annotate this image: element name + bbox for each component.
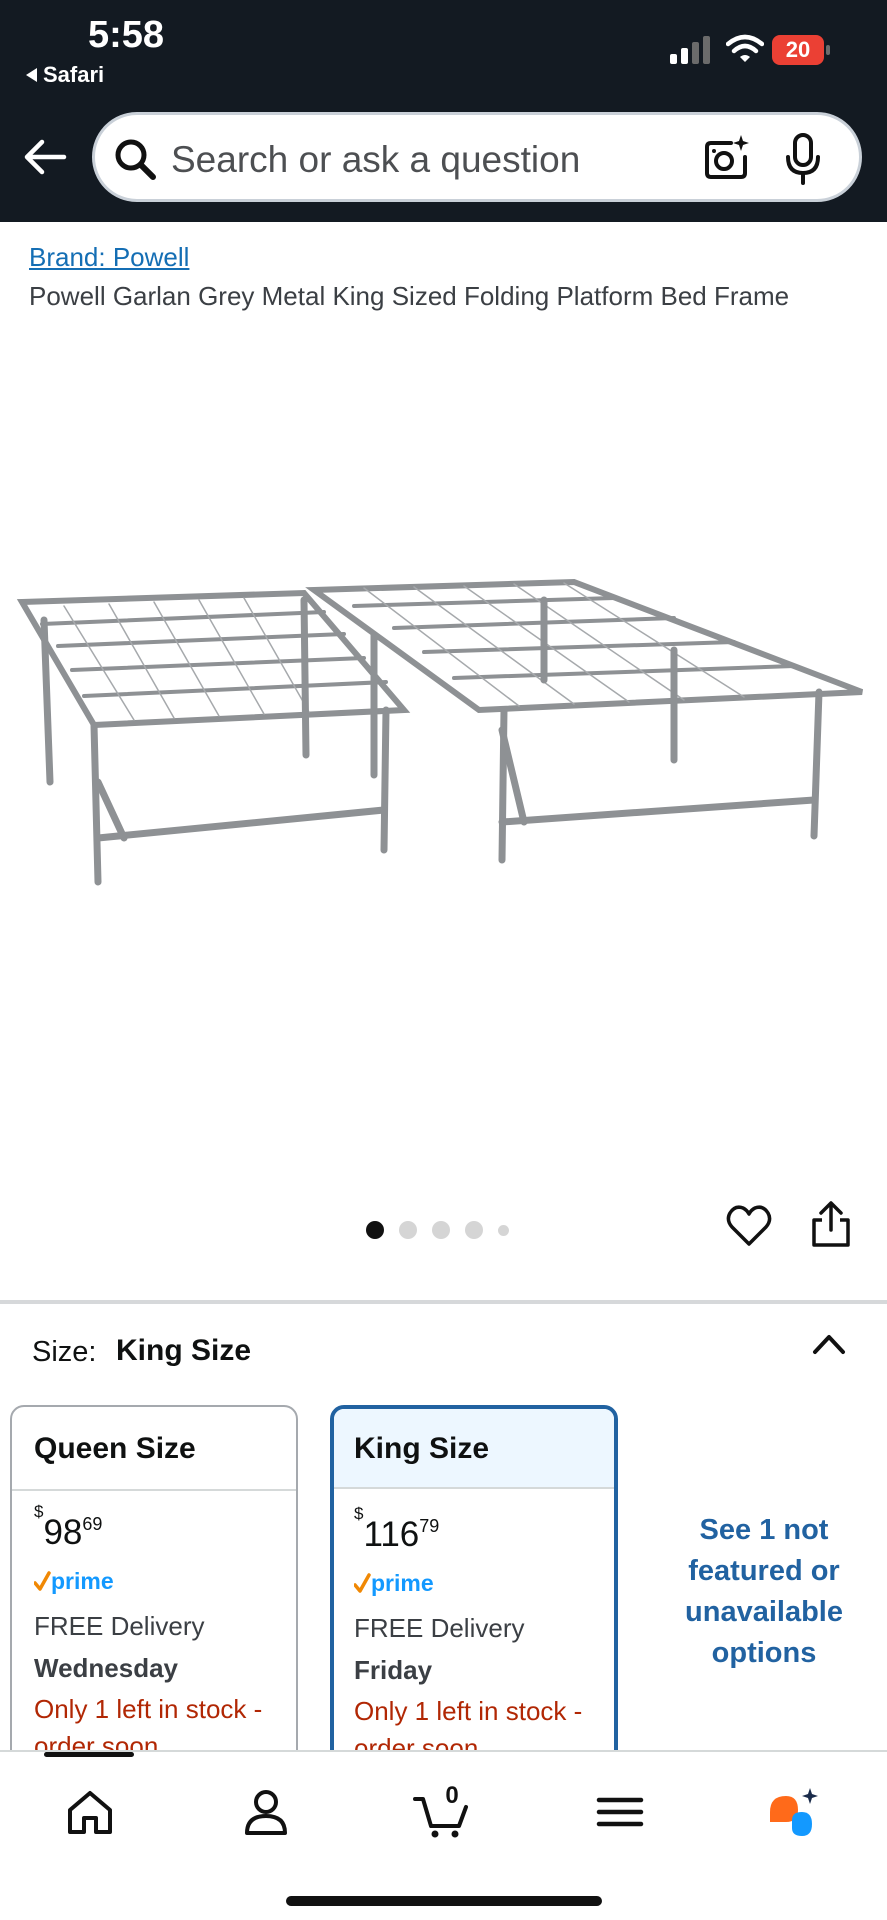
price-cents: 79 [419, 1516, 440, 1536]
currency-symbol: $ [354, 1504, 364, 1524]
product-title: Powell Garlan Grey Metal King Sized Fold… [29, 281, 790, 311]
delivery-text: FREE Delivery [354, 1613, 525, 1643]
active-tab-indicator [44, 1752, 134, 1757]
battery-cap [826, 45, 830, 55]
menu-icon [596, 1797, 644, 1827]
camera-icon[interactable] [701, 133, 751, 183]
size-option-name: King Size [334, 1409, 614, 1489]
section-divider [0, 1300, 887, 1304]
search-input[interactable]: Search or ask a question [171, 139, 580, 181]
chevron-up-icon[interactable] [812, 1330, 846, 1356]
cellular-signal-icon [670, 36, 710, 64]
price-dollars: 116 [363, 1515, 420, 1554]
nav-home[interactable] [60, 1782, 120, 1842]
back-arrow-icon[interactable] [22, 134, 68, 180]
nav-cart[interactable]: 0 [412, 1782, 472, 1842]
search-icon [115, 139, 156, 180]
size-option-queen[interactable]: Queen Size $9869 prime FREE Delivery Wed… [10, 1405, 298, 1765]
size-option-name: Queen Size [12, 1407, 296, 1491]
back-to-safari-link[interactable]: Safari [26, 62, 104, 88]
carousel-dot-1[interactable] [366, 1221, 384, 1239]
delivery-text: FREE Delivery [34, 1611, 205, 1641]
image-carousel-dots [366, 1220, 509, 1240]
nav-account[interactable] [236, 1782, 296, 1842]
nav-rufus[interactable] [764, 1782, 824, 1842]
carousel-dot-3[interactable] [432, 1221, 450, 1239]
battery-level: 20 [785, 37, 811, 62]
account-icon [245, 1790, 287, 1835]
carousel-dot-4[interactable] [465, 1221, 483, 1239]
bottom-nav-bar: 0 [0, 1750, 887, 1920]
brand-link[interactable]: Brand: Powell [29, 242, 189, 273]
carousel-dot-2[interactable] [399, 1221, 417, 1239]
rufus-assistant-icon [770, 1788, 818, 1836]
size-option-king[interactable]: King Size $11679 prime FREE Delivery Fri… [330, 1405, 618, 1765]
top-bar: 5:58 Safari 20 Search or ask a question [0, 0, 887, 222]
prime-text: prime [371, 1570, 434, 1596]
back-app-label: Safari [43, 62, 105, 87]
wishlist-heart-icon[interactable] [726, 1204, 772, 1248]
prime-logo-icon: prime [34, 1568, 114, 1594]
size-label: Size: [32, 1336, 97, 1368]
search-bar[interactable]: Search or ask a question [92, 112, 862, 202]
prime-text: prime [51, 1568, 114, 1594]
see-unavailable-options-link[interactable]: See 1 not featured or unavailable option… [660, 1510, 868, 1674]
home-icon [68, 1791, 112, 1834]
cart-count: 0 [445, 1782, 459, 1809]
selected-size: King Size [116, 1334, 252, 1367]
home-indicator-bar [286, 1896, 602, 1906]
wifi-icon [726, 34, 764, 62]
product-image-bed-frame[interactable] [14, 560, 876, 900]
price-cents: 69 [82, 1514, 103, 1534]
carousel-dot-5[interactable] [498, 1224, 509, 1236]
delivery-day: Friday [354, 1655, 433, 1685]
nav-menu[interactable] [590, 1782, 650, 1842]
prime-logo-icon: prime [354, 1570, 434, 1596]
back-triangle-icon [26, 68, 37, 82]
currency-symbol: $ [34, 1502, 44, 1522]
option-price: $11679 [354, 1504, 440, 1555]
battery-indicator: 20 [772, 35, 830, 65]
price-dollars: 98 [43, 1513, 83, 1552]
option-price: $9869 [34, 1502, 103, 1553]
share-icon[interactable] [810, 1200, 852, 1248]
delivery-day: Wednesday [34, 1653, 179, 1683]
microphone-icon[interactable] [783, 133, 823, 185]
status-time: 5:58 [88, 14, 165, 56]
